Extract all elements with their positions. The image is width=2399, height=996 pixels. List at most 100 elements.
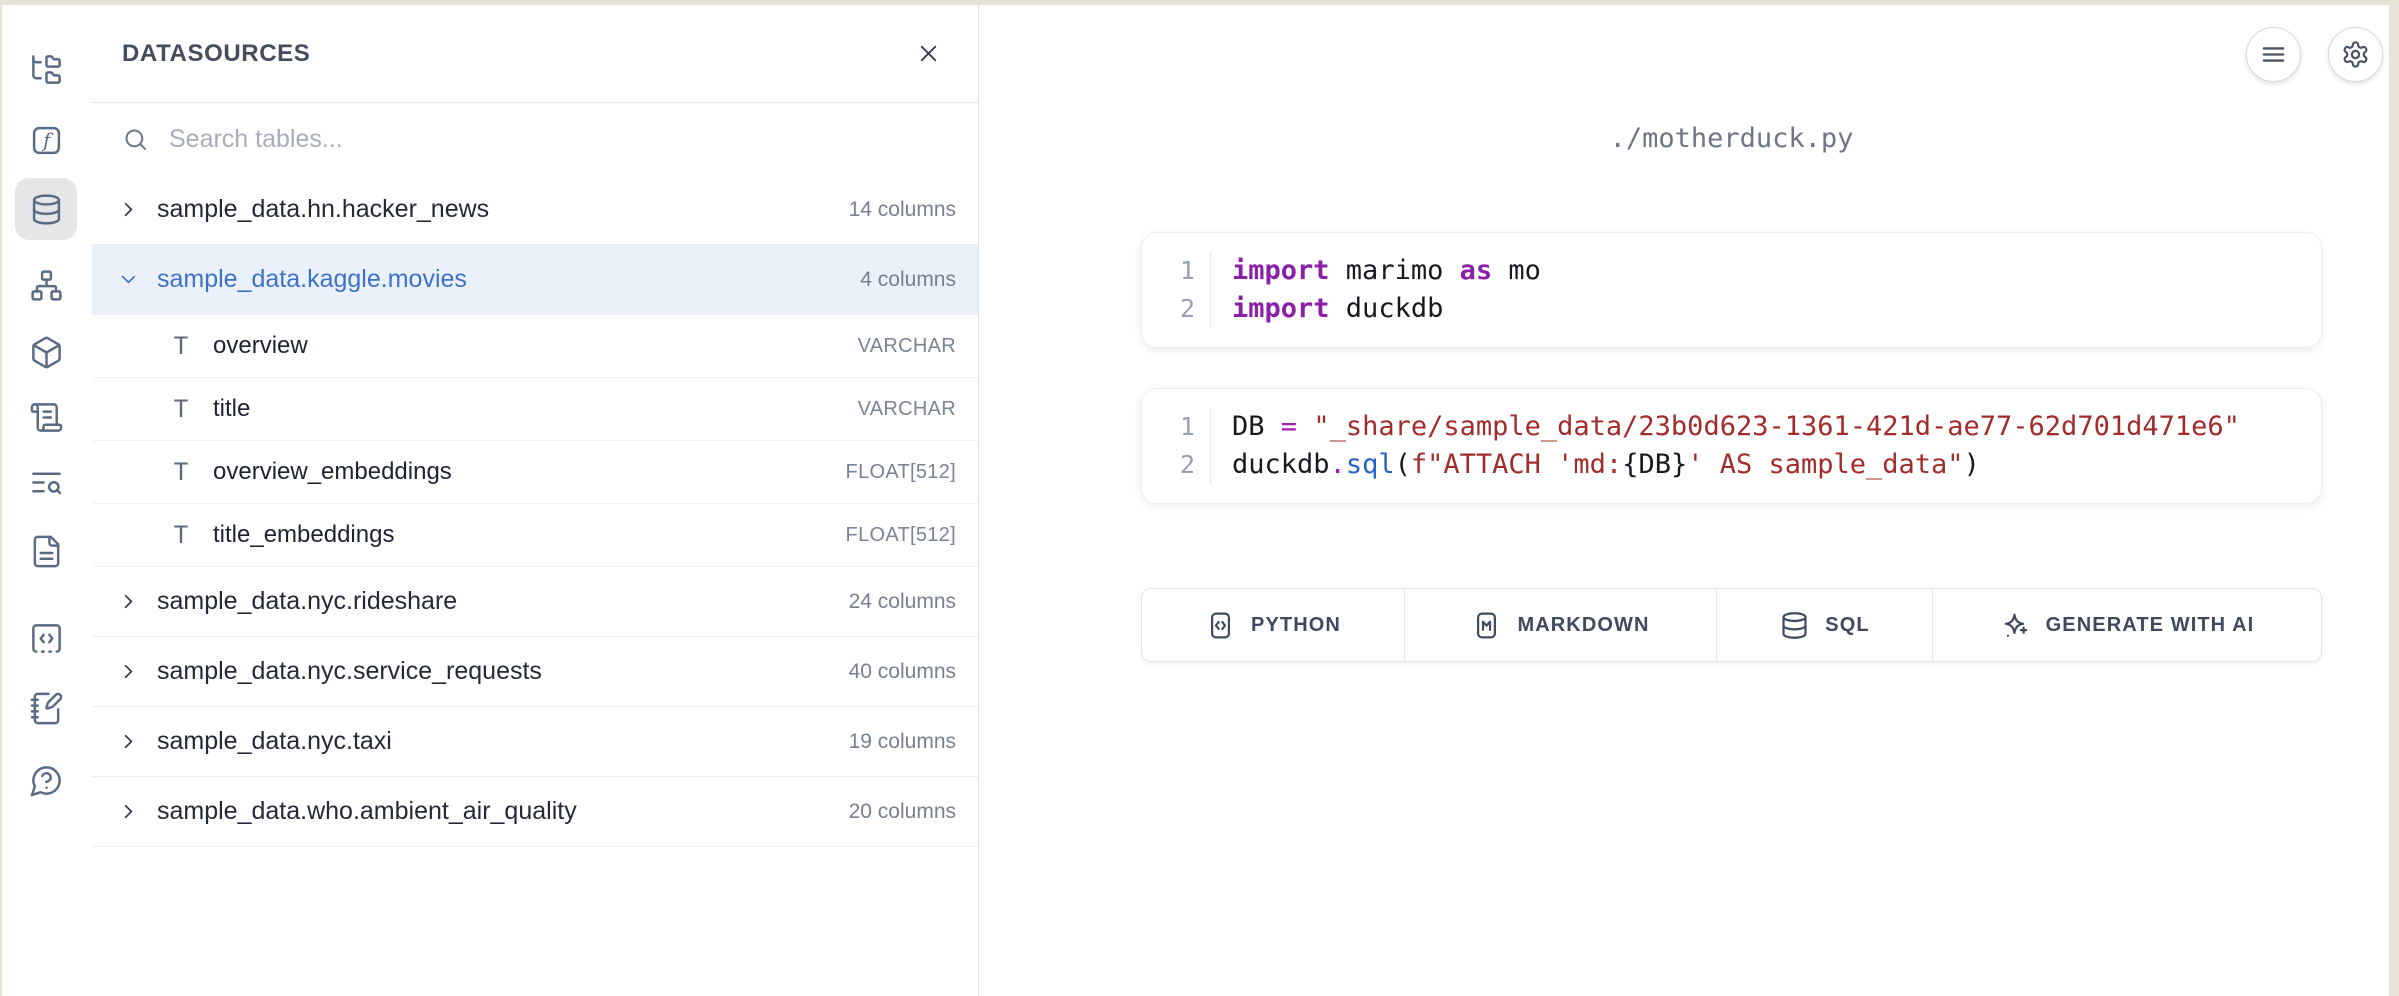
column-type: FLOAT[512] [846,524,956,547]
code-editor[interactable]: DB = "_share/sample_data/23b0d623-1361-4… [1211,408,2240,484]
database-icon [1779,610,1810,641]
chevron-right-icon [117,800,140,823]
code-token: "_share/sample_data/23b0d623-1361-421d-a… [1313,411,2240,442]
code-cell[interactable]: 12import marimo as moimport duckdb [1141,232,2322,348]
table-column-count: 14 columns [849,198,956,222]
line-number: 2 [1142,290,1210,328]
code-token: marimo [1330,255,1460,286]
generate-with-ai-button[interactable]: GENERATE WITH AI [1933,589,2321,661]
close-icon [915,40,942,67]
sidebar-item-trace-search[interactable] [15,451,77,513]
add-button-label: PYTHON [1251,614,1341,637]
database-icon [29,192,64,227]
table-column-count: 20 columns [849,800,956,824]
table-row[interactable]: sample_data.hn.hacker_news14 columns [92,175,978,245]
code-token: as [1460,255,1493,286]
table-row[interactable]: sample_data.nyc.service_requests40 colum… [92,637,978,707]
sidebar-item-datasources[interactable] [15,178,77,240]
datasources-panel: DATASOURCES sample_data.hn.hacker_news14… [92,5,979,996]
column-row[interactable]: Ttitle VARCHAR [92,378,978,441]
code-panel-icon [1205,610,1236,641]
line-number: 1 [1142,408,1210,446]
chevron-right-icon [117,730,140,753]
code-token: {DB} [1622,449,1687,480]
notebook-filename: ./motherduck.py [1141,123,2322,154]
text-type-icon: T [170,395,192,423]
notebook-pen-icon [29,691,64,726]
code-cell[interactable]: 12 DB = "_share/sample_data/23b0d623-1361… [1141,388,2322,504]
code-token: import [1232,293,1330,324]
code-token: f"ATTACH 'md: [1411,449,1622,480]
scroll-text-icon [29,400,64,435]
table-column-count: 24 columns [849,590,956,614]
chevron-down-icon [117,268,140,291]
column-row[interactable]: Toverview_embeddings FLOAT[512] [92,441,978,504]
add-button-label: SQL [1825,614,1869,637]
code-token: = [1281,411,1297,442]
code-line: import marimo as mo [1232,252,1541,290]
code-token: ' AS sample_data" [1687,449,1963,480]
sidebar-item-file-explorer[interactable] [15,38,77,100]
close-panel-button[interactable] [906,32,950,76]
function-square-icon: f [29,123,64,158]
sidebar-item-help[interactable] [15,749,77,811]
notebook-area: ./motherduck.py 12import marimo as moimp… [979,5,2389,996]
add-markdown-button[interactable]: MARKDOWN [1405,589,1717,661]
sidebar-item-scratchpad[interactable] [15,677,77,739]
code-line: duckdb.sql(f"ATTACH 'md:{DB}' AS sample_… [1232,446,2240,484]
code-token: sql [1346,449,1395,480]
sidebar-item-snippets[interactable] [15,607,77,669]
column-type: FLOAT[512] [846,461,956,484]
add-sql-button[interactable]: SQL [1717,589,1933,661]
tables-list: sample_data.hn.hacker_news14 columnssamp… [92,175,978,996]
column-name: title [213,395,250,423]
activity-sidebar: f [2,5,93,996]
settings-button[interactable] [2328,27,2383,82]
table-name: sample_data.who.ambient_air_quality [157,797,577,826]
help-bubble-icon [29,763,64,798]
code-line: DB = "_share/sample_data/23b0d623-1361-4… [1232,408,2240,446]
line-number: 1 [1142,252,1210,290]
table-name: sample_data.nyc.taxi [157,727,392,756]
table-row[interactable]: sample_data.nyc.rideshare24 columns [92,567,978,637]
sparkles-icon [2000,610,2031,641]
column-row[interactable]: Ttitle_embeddingsFLOAT[512] [92,504,978,567]
sidebar-item-documentation[interactable] [15,520,77,582]
box-icon [29,335,64,370]
add-button-label: MARKDOWN [1517,614,1649,637]
column-name: title_embeddings [213,521,394,549]
table-column-count: 4 columns [860,268,956,292]
table-column-count: 19 columns [849,730,956,754]
text-type-icon: T [170,332,192,360]
add-python-button[interactable]: PYTHON [1142,589,1405,661]
panel-title: DATASOURCES [122,40,906,68]
search-input[interactable] [167,124,950,155]
column-row[interactable]: Toverview VARCHAR [92,315,978,378]
column-name: overview [213,332,308,360]
sidebar-item-logs[interactable] [15,386,77,448]
panel-header: DATASOURCES [92,5,978,103]
code-token: ( [1395,449,1411,480]
column-type: VARCHAR [858,335,956,358]
table-column-count: 40 columns [849,660,956,684]
line-number-gutter: 12 [1142,252,1211,328]
chevron-right-icon [117,590,140,613]
table-row[interactable]: sample_data.who.ambient_air_quality 20 co… [92,777,978,847]
cells-container: 12import marimo as moimport duckdb12DB =… [1141,232,2322,504]
code-editor[interactable]: import marimo as moimport duckdb [1211,252,1541,328]
line-number-gutter: 12 [1142,408,1211,484]
code-token: ) [1964,449,1980,480]
sidebar-item-functions[interactable]: f [15,109,77,171]
text-type-icon: T [170,458,192,486]
square-code-icon [29,621,64,656]
column-name: overview_embeddings [213,458,452,486]
search-icon [122,126,149,153]
svg-text:f: f [41,129,54,152]
sidebar-item-dependencies[interactable] [15,254,77,316]
search-bar [92,103,978,176]
table-row[interactable]: sample_data.kaggle.movies4 columns [92,245,978,315]
code-line: import duckdb [1232,290,1541,328]
table-row[interactable]: sample_data.nyc.taxi 19 columns [92,707,978,777]
sidebar-item-packages[interactable] [15,321,77,383]
column-type: VARCHAR [858,398,956,421]
